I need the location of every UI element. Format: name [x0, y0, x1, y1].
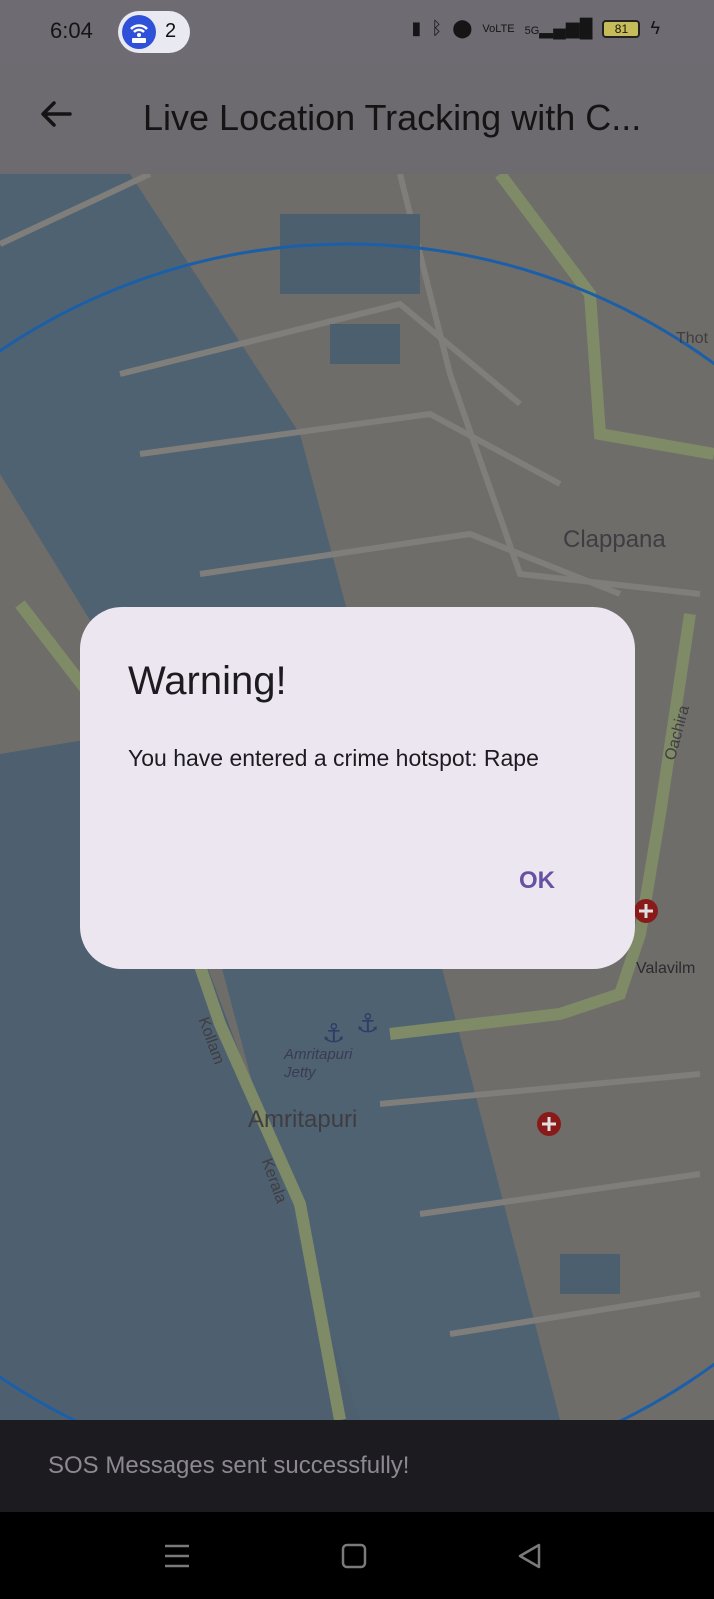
- warning-dialog: Warning! You have entered a crime hotspo…: [80, 607, 635, 969]
- charging-icon: ϟ: [650, 18, 660, 38]
- wifi-hotspot-icon: [122, 15, 156, 49]
- home-icon[interactable]: [334, 1540, 374, 1572]
- network-type: 5G: [524, 25, 540, 37]
- snackbar-message: SOS Messages sent successfully!: [48, 1452, 410, 1479]
- map-label-valavil: Valavilm: [636, 960, 696, 977]
- hotspot-indicator[interactable]: 2: [118, 11, 190, 53]
- signal-icon: 5G▂▄▆█: [524, 18, 593, 38]
- vibrate-icon: ▮: [411, 18, 422, 38]
- svg-text:⚓: ⚓: [356, 1009, 379, 1039]
- status-time: 6:04: [50, 18, 93, 43]
- hotspot-count: 2: [165, 20, 177, 42]
- location-icon: ⬤: [452, 18, 473, 38]
- back-arrow-icon[interactable]: [36, 94, 76, 134]
- map-label-clappana: Clappana: [563, 526, 666, 553]
- snackbar: SOS Messages sent successfully!: [0, 1420, 714, 1512]
- system-icons: ▮ ᛒ ⬤ VoLTE 5G▂▄▆█ 81 ϟ: [411, 18, 660, 39]
- app-bar: Live Location Tracking with C...: [0, 64, 714, 174]
- navigation-bar: [0, 1512, 714, 1599]
- ok-button[interactable]: OK: [509, 857, 565, 905]
- status-bar: 6:04 2 ▮ ᛒ ⬤ VoLTE 5G▂▄▆█ 81 ϟ: [0, 0, 714, 64]
- back-triangle-icon[interactable]: [510, 1540, 550, 1572]
- svg-text:⚓: ⚓: [322, 1019, 345, 1049]
- map-label-amritapuri: Amritapuri: [248, 1106, 358, 1133]
- volte-icon: VoLTE: [482, 22, 515, 35]
- dialog-title: Warning!: [128, 659, 287, 703]
- dialog-message: You have entered a crime hotspot: Rape: [128, 745, 539, 771]
- bluetooth-icon: ᛒ: [431, 18, 443, 38]
- battery-icon: 81: [602, 19, 641, 38]
- map-label-thot: Thot: [676, 330, 709, 347]
- map-label-jetty: Amritapuri Jetty: [284, 1046, 353, 1081]
- page-title: Live Location Tracking with C...: [143, 97, 642, 138]
- menu-icon[interactable]: [157, 1540, 197, 1572]
